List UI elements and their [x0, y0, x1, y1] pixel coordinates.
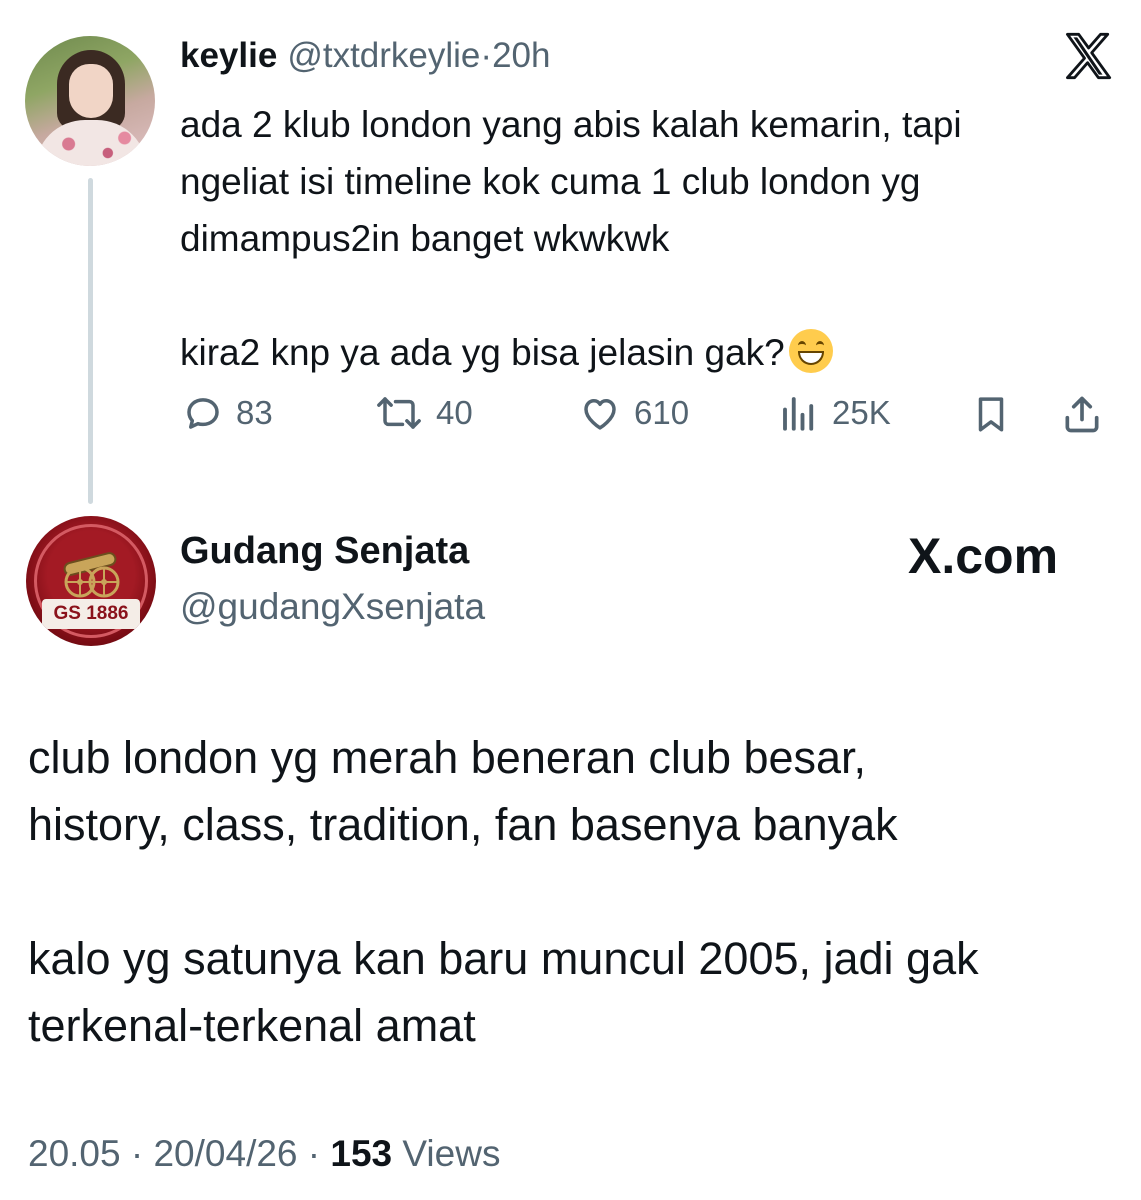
views-label: Views: [402, 1133, 501, 1174]
cannon-icon: [63, 552, 120, 598]
tweet1-display-name[interactable]: keylie: [180, 36, 277, 76]
tweet1-line-5: kira2 knp ya ada yg bisa jelasin gak?: [180, 332, 785, 373]
share-button[interactable]: [1060, 392, 1104, 436]
repost-count: 40: [436, 394, 473, 431]
tweet2-display-name[interactable]: Gudang Senjata: [180, 530, 469, 573]
reply-button[interactable]: 83: [182, 392, 273, 434]
tweet2-p2-line-1: kalo yg satunya kan baru muncul 2005, ja…: [28, 933, 979, 984]
tweet1-line-2: ngeliat isi timeline kok cuma 1 club lon…: [180, 161, 921, 202]
share-icon: [1065, 396, 1099, 433]
tweet1-handle-time: @txtdrkeylie·20h: [287, 36, 550, 76]
like-button[interactable]: 610: [578, 392, 689, 434]
tweet1-action-bar: 83 40 610 25K: [180, 392, 1110, 442]
grinning-face-emoji-icon: [788, 329, 833, 373]
bookmark-button[interactable]: [970, 392, 1012, 436]
bookmark-icon: [978, 397, 1004, 432]
avatar-badge: GS 1886: [42, 599, 140, 629]
tweet1-line-3: dimampus2in banget wkwkwk: [180, 218, 670, 259]
views-icon: [783, 397, 814, 431]
reply-icon: [187, 398, 219, 429]
tweet1-handle[interactable]: @txtdrkeylie: [287, 36, 480, 75]
footer-separator-1: ·: [130, 1133, 144, 1174]
tweet-time[interactable]: 20.05: [28, 1133, 121, 1174]
tweet1-time[interactable]: 20h: [492, 36, 550, 75]
avatar-floral-dress: [35, 120, 147, 166]
thread-connector-line: [88, 178, 93, 504]
views-total[interactable]: 153: [330, 1133, 392, 1174]
tweet-date[interactable]: 20/04/26: [153, 1133, 297, 1174]
tweet2-p2-line-2: terkenal-terkenal amat: [28, 1000, 476, 1051]
tweet2-p1-line-1: club london yg merah beneran club besar,: [28, 732, 867, 783]
tweet1-text: ada 2 klub london yang abis kalah kemari…: [180, 96, 1120, 381]
reply-count: 83: [236, 394, 273, 431]
views-button[interactable]: 25K: [778, 392, 891, 434]
repost-button[interactable]: 40: [374, 392, 473, 434]
repost-icon: [377, 397, 421, 429]
footer-separator-2: ·: [307, 1133, 321, 1174]
tweet2-text: club london yg merah beneran club besar,…: [28, 724, 1118, 1059]
avatar-face: [69, 64, 113, 118]
tweet2-handle[interactable]: @gudangXsenjata: [180, 586, 485, 628]
tweet2-footer: 20.05 · 20/04/26 · 153 Views: [28, 1133, 500, 1175]
tweet2-p1-line-2: history, class, tradition, fan basenya b…: [28, 799, 898, 850]
gudang-senjata-avatar[interactable]: GS 1886: [26, 516, 156, 646]
keylie-avatar[interactable]: [25, 36, 155, 166]
x-com-brand: X.com: [908, 526, 1058, 586]
tweet1-separator: ·: [480, 36, 493, 75]
tweet1-header: keylie @txtdrkeylie·20h: [180, 36, 550, 82]
tweet1-line-1: ada 2 klub london yang abis kalah kemari…: [180, 104, 962, 145]
views-count: 25K: [832, 394, 891, 431]
like-icon: [584, 399, 616, 430]
x-logo-icon[interactable]: [1062, 30, 1114, 82]
x-com-text: X.com: [908, 528, 1059, 584]
like-count: 610: [634, 394, 690, 431]
